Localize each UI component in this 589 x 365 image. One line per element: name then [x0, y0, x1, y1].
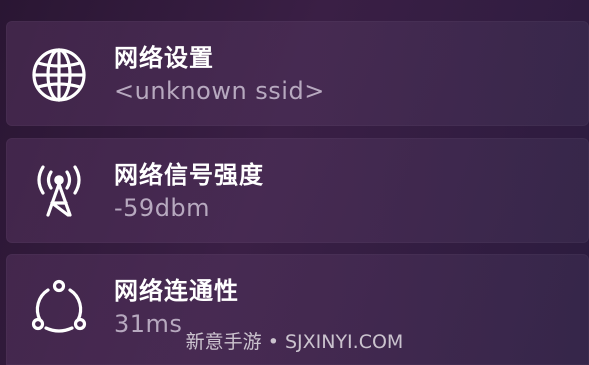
network-share-icon [28, 276, 90, 338]
watermark-text: 新意手游 • SJXINYI.COM [185, 331, 404, 353]
connectivity-title: 网络连通性 [114, 277, 239, 305]
signal-strength-item[interactable]: 网络信号强度 -59dbm [6, 138, 589, 243]
globe-icon [28, 43, 90, 105]
signal-strength-value: -59dbm [114, 194, 211, 222]
signal-tower-icon [28, 160, 90, 222]
network-settings-title: 网络设置 [114, 44, 214, 72]
network-info-list: 网络设置 <unknown ssid> 网络信号强度 -59dbm 网络连通性 … [0, 0, 589, 365]
signal-strength-title: 网络信号强度 [114, 161, 264, 189]
ssid-value: <unknown ssid> [114, 77, 325, 105]
network-settings-item[interactable]: 网络设置 <unknown ssid> [6, 21, 589, 126]
